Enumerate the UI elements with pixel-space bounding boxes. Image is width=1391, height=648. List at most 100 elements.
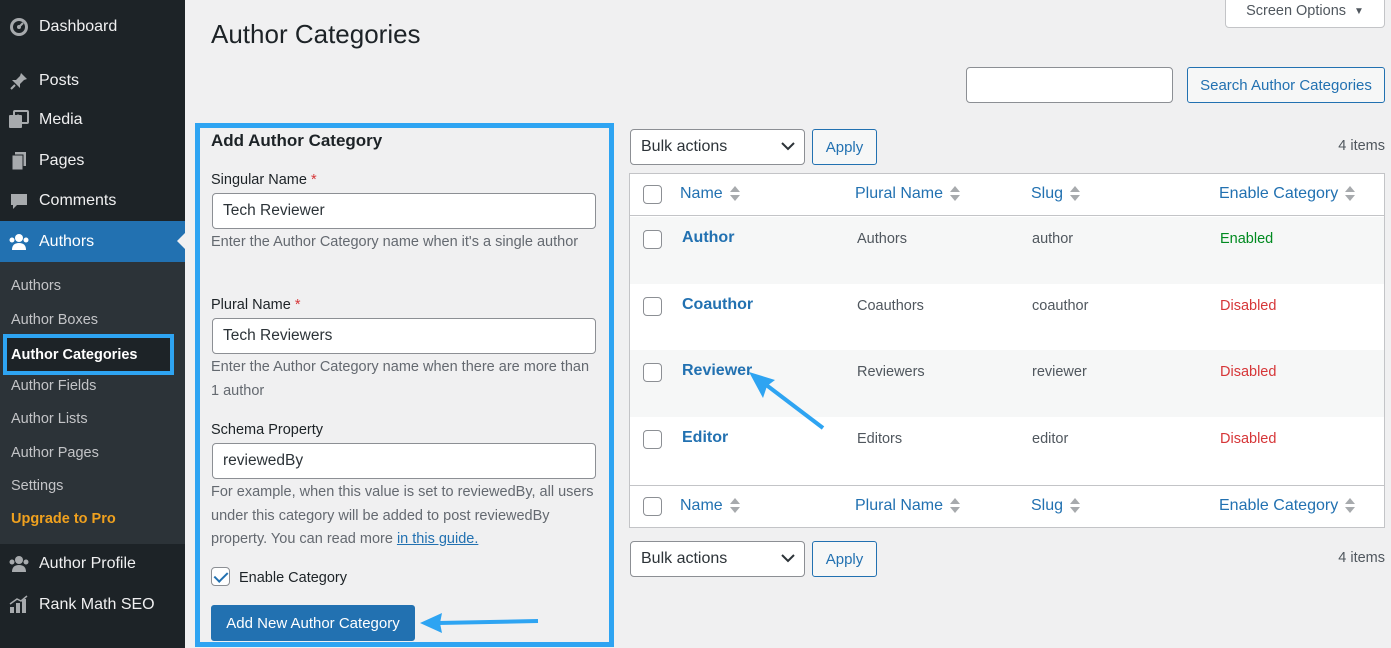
schema-property-field[interactable]: reviewedBy <box>212 443 596 479</box>
submenu-author-categories[interactable]: Author Categories <box>3 334 174 375</box>
items-count-top: 4 items <box>1338 138 1385 154</box>
enable-category-checkbox[interactable] <box>211 567 230 586</box>
row-slug: reviewer <box>1032 364 1087 380</box>
menu-item-rank-math-seo[interactable]: Rank Math SEO <box>0 585 185 625</box>
table-header-row: Name Plural Name Slug Enable Category <box>630 174 1384 216</box>
screen-options-button[interactable]: Screen Options ▼ <box>1225 0 1385 28</box>
plural-name-label: Plural Name * <box>211 297 300 313</box>
select-all-checkbox[interactable] <box>643 185 662 204</box>
sort-icon <box>1070 497 1081 515</box>
users-icon <box>8 553 30 575</box>
status-disabled: Disabled <box>1220 298 1277 314</box>
screen-options-label: Screen Options <box>1246 3 1347 19</box>
menu-item-media[interactable]: Media <box>0 100 185 140</box>
row-name-link[interactable]: Editor <box>682 429 728 447</box>
column-slug[interactable]: Slug <box>1031 497 1081 515</box>
menu-item-pages[interactable]: Pages <box>0 141 185 181</box>
menu-item-authors[interactable]: Authors <box>0 221 185 262</box>
submenu-author-pages[interactable]: Author Pages <box>11 445 99 461</box>
submenu-author-boxes[interactable]: Author Boxes <box>11 312 98 328</box>
bulk-actions-select-bottom[interactable]: Bulk actions <box>630 541 805 577</box>
schema-property-label: Schema Property <box>211 422 324 438</box>
column-plural-name[interactable]: Plural Name <box>855 185 961 203</box>
menu-label: Author Profile <box>39 555 136 572</box>
row-checkbox[interactable] <box>643 430 662 449</box>
menu-item-author-profile[interactable]: Author Profile <box>0 544 185 584</box>
apply-button-top[interactable]: Apply <box>812 129 877 165</box>
singular-name-field[interactable]: Tech Reviewer <box>212 193 596 229</box>
column-label: Enable Category <box>1219 497 1339 514</box>
chevron-down-icon <box>781 142 795 151</box>
plural-name-label-text: Plural Name <box>211 297 291 313</box>
status-disabled: Disabled <box>1220 431 1277 447</box>
plural-name-description: Enter the Author Category name when ther… <box>211 359 590 399</box>
row-name-link[interactable]: Coauthor <box>682 296 753 314</box>
sort-icon <box>729 185 740 203</box>
singular-name-description: Enter the Author Category name when it's… <box>211 234 579 250</box>
menu-item-comments[interactable]: Comments <box>0 181 185 221</box>
menu-item-dashboard[interactable]: Dashboard <box>0 7 185 47</box>
chevron-down-icon <box>781 554 795 563</box>
column-name[interactable]: Name <box>680 185 740 203</box>
add-new-author-category-button[interactable]: Add New Author Category <box>211 605 415 641</box>
row-plural: Authors <box>857 231 907 247</box>
row-name-link[interactable]: Author <box>682 229 734 247</box>
bulk-actions-label: Bulk actions <box>641 138 728 155</box>
submenu-authors[interactable]: Authors <box>11 278 61 294</box>
select-all-checkbox[interactable] <box>643 497 662 516</box>
row-checkbox[interactable] <box>643 363 662 382</box>
singular-name-label: Singular Name * <box>211 172 317 188</box>
form-title: Add Author Category <box>211 131 383 150</box>
column-enable-category[interactable]: Enable Category <box>1219 185 1356 203</box>
row-slug: coauthor <box>1032 298 1089 314</box>
sort-icon <box>950 497 961 515</box>
row-slug: editor <box>1032 431 1069 447</box>
column-label: Slug <box>1031 185 1064 202</box>
column-enable-category[interactable]: Enable Category <box>1219 497 1356 515</box>
row-name-link[interactable]: Reviewer <box>682 362 752 380</box>
menu-label: Rank Math SEO <box>39 596 155 613</box>
sort-icon <box>1070 185 1081 203</box>
menu-label: Pages <box>39 152 85 169</box>
column-plural-name[interactable]: Plural Name <box>855 497 961 515</box>
table-row: Reviewer Reviewers reviewer Disabled <box>630 350 1384 417</box>
column-label: Plural Name <box>855 497 944 514</box>
row-plural: Reviewers <box>857 364 925 380</box>
row-checkbox[interactable] <box>643 230 662 249</box>
pages-icon <box>8 150 30 172</box>
table-row: Editor Editors editor Disabled <box>630 417 1384 484</box>
row-plural: Coauthors <box>857 298 924 314</box>
admin-sidebar: Dashboard Posts Media Pages Comments Aut… <box>0 0 185 648</box>
column-label: Slug <box>1031 497 1064 514</box>
users-icon <box>8 231 30 253</box>
pin-icon <box>8 70 30 92</box>
bulk-actions-select-top[interactable]: Bulk actions <box>630 129 805 165</box>
search-input[interactable] <box>966 67 1173 103</box>
column-label: Name <box>680 497 723 514</box>
menu-item-posts[interactable]: Posts <box>0 61 185 101</box>
enable-category-label: Enable Category <box>239 570 348 586</box>
guide-link[interactable]: in this guide. <box>397 531 478 547</box>
plural-name-field[interactable]: Tech Reviewers <box>212 318 596 354</box>
apply-button-bottom[interactable]: Apply <box>812 541 877 577</box>
submenu-upgrade-to-pro[interactable]: Upgrade to Pro <box>11 511 116 527</box>
search-button[interactable]: Search Author Categories <box>1187 67 1385 103</box>
page-title: Author Categories <box>211 19 421 49</box>
submenu-settings[interactable]: Settings <box>11 478 63 494</box>
column-label: Plural Name <box>855 185 944 202</box>
singular-name-label-text: Singular Name <box>211 172 307 188</box>
submenu-author-fields[interactable]: Author Fields <box>11 378 96 394</box>
pointer-arrow-icon <box>420 613 539 633</box>
column-name[interactable]: Name <box>680 497 740 515</box>
submenu-author-lists[interactable]: Author Lists <box>11 411 88 427</box>
row-slug: author <box>1032 231 1074 247</box>
caret-down-icon: ▼ <box>1354 5 1364 17</box>
required-mark: * <box>310 172 317 188</box>
categories-table: Name Plural Name Slug Enable Category Au… <box>629 173 1385 528</box>
sort-icon <box>950 185 961 203</box>
column-slug[interactable]: Slug <box>1031 185 1081 203</box>
sort-icon <box>1345 185 1356 203</box>
menu-label: Posts <box>39 72 80 89</box>
sort-icon <box>1345 497 1356 515</box>
row-checkbox[interactable] <box>643 297 662 316</box>
